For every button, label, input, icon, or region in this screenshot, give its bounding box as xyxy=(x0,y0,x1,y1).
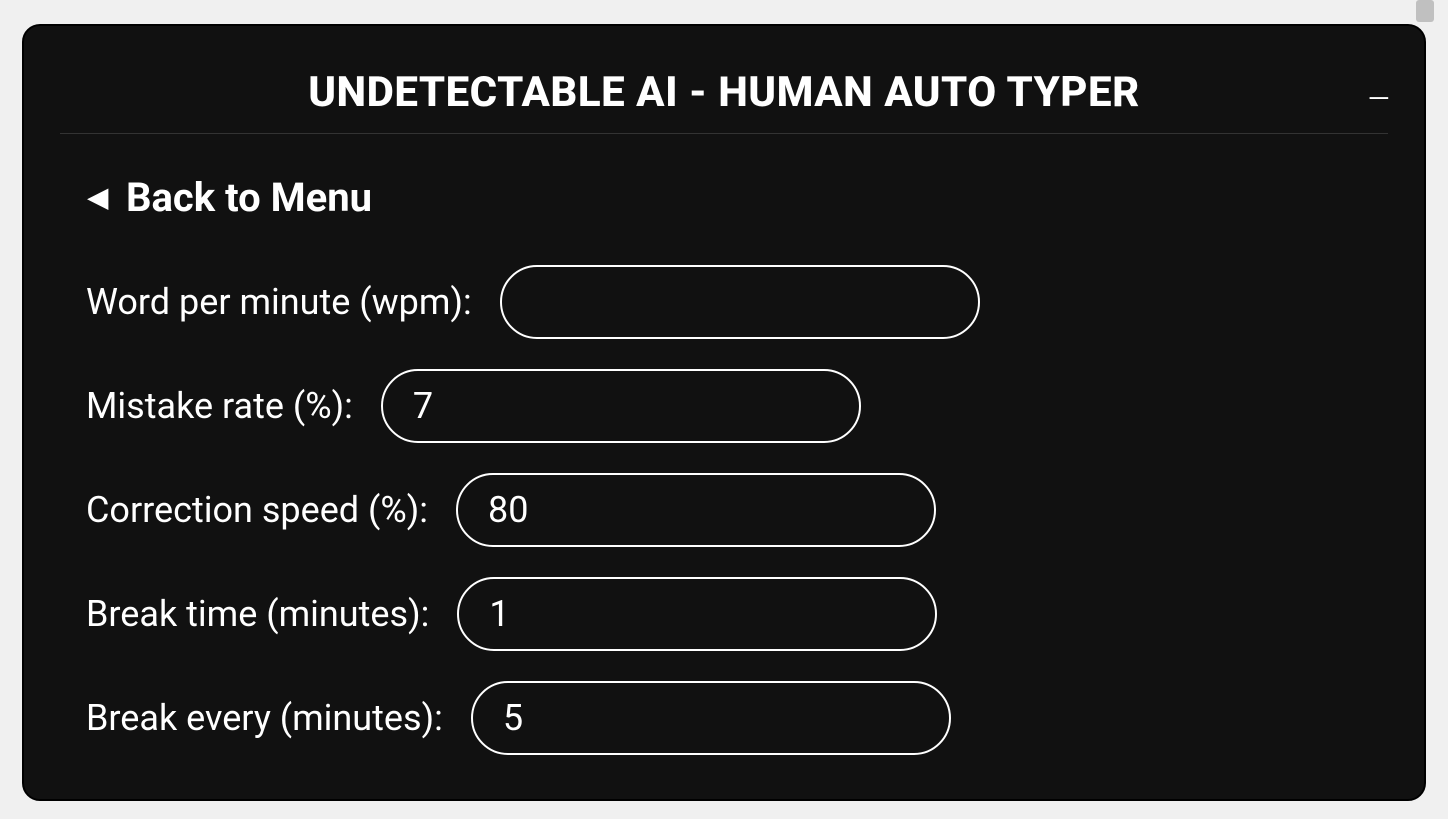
break-every-row: Break every (minutes): xyxy=(86,681,1364,755)
back-link-label: Back to Menu xyxy=(126,174,372,221)
break-time-label: Break time (minutes): xyxy=(86,593,429,635)
correction-speed-input[interactable] xyxy=(456,473,936,547)
wpm-row: Word per minute (wpm): xyxy=(86,265,1364,339)
scrollbar-thumb[interactable] xyxy=(1416,0,1434,22)
panel-content: ◀ Back to Menu Word per minute (wpm): Mi… xyxy=(24,134,1424,801)
back-to-menu-link[interactable]: ◀ Back to Menu xyxy=(88,174,1364,221)
correction-speed-row: Correction speed (%): xyxy=(86,473,1364,547)
minimize-button[interactable]: – xyxy=(1364,81,1394,119)
mistake-rate-row: Mistake rate (%): xyxy=(86,369,1364,443)
mistake-rate-label: Mistake rate (%): xyxy=(86,385,353,427)
wpm-input[interactable] xyxy=(500,265,980,339)
back-arrow-icon: ◀ xyxy=(88,185,108,211)
break-time-row: Break time (minutes): xyxy=(86,577,1364,651)
break-every-label: Break every (minutes): xyxy=(86,697,443,739)
panel-title: UNDETECTABLE AI - HUMAN AUTO TYPER xyxy=(308,68,1140,117)
correction-speed-label: Correction speed (%): xyxy=(86,489,428,531)
wpm-label: Word per minute (wpm): xyxy=(86,281,472,323)
break-time-input[interactable] xyxy=(457,577,937,651)
mistake-rate-input[interactable] xyxy=(381,369,861,443)
settings-panel: UNDETECTABLE AI - HUMAN AUTO TYPER – ◀ B… xyxy=(22,24,1426,801)
panel-header: UNDETECTABLE AI - HUMAN AUTO TYPER – xyxy=(60,26,1388,134)
break-every-input[interactable] xyxy=(471,681,951,755)
